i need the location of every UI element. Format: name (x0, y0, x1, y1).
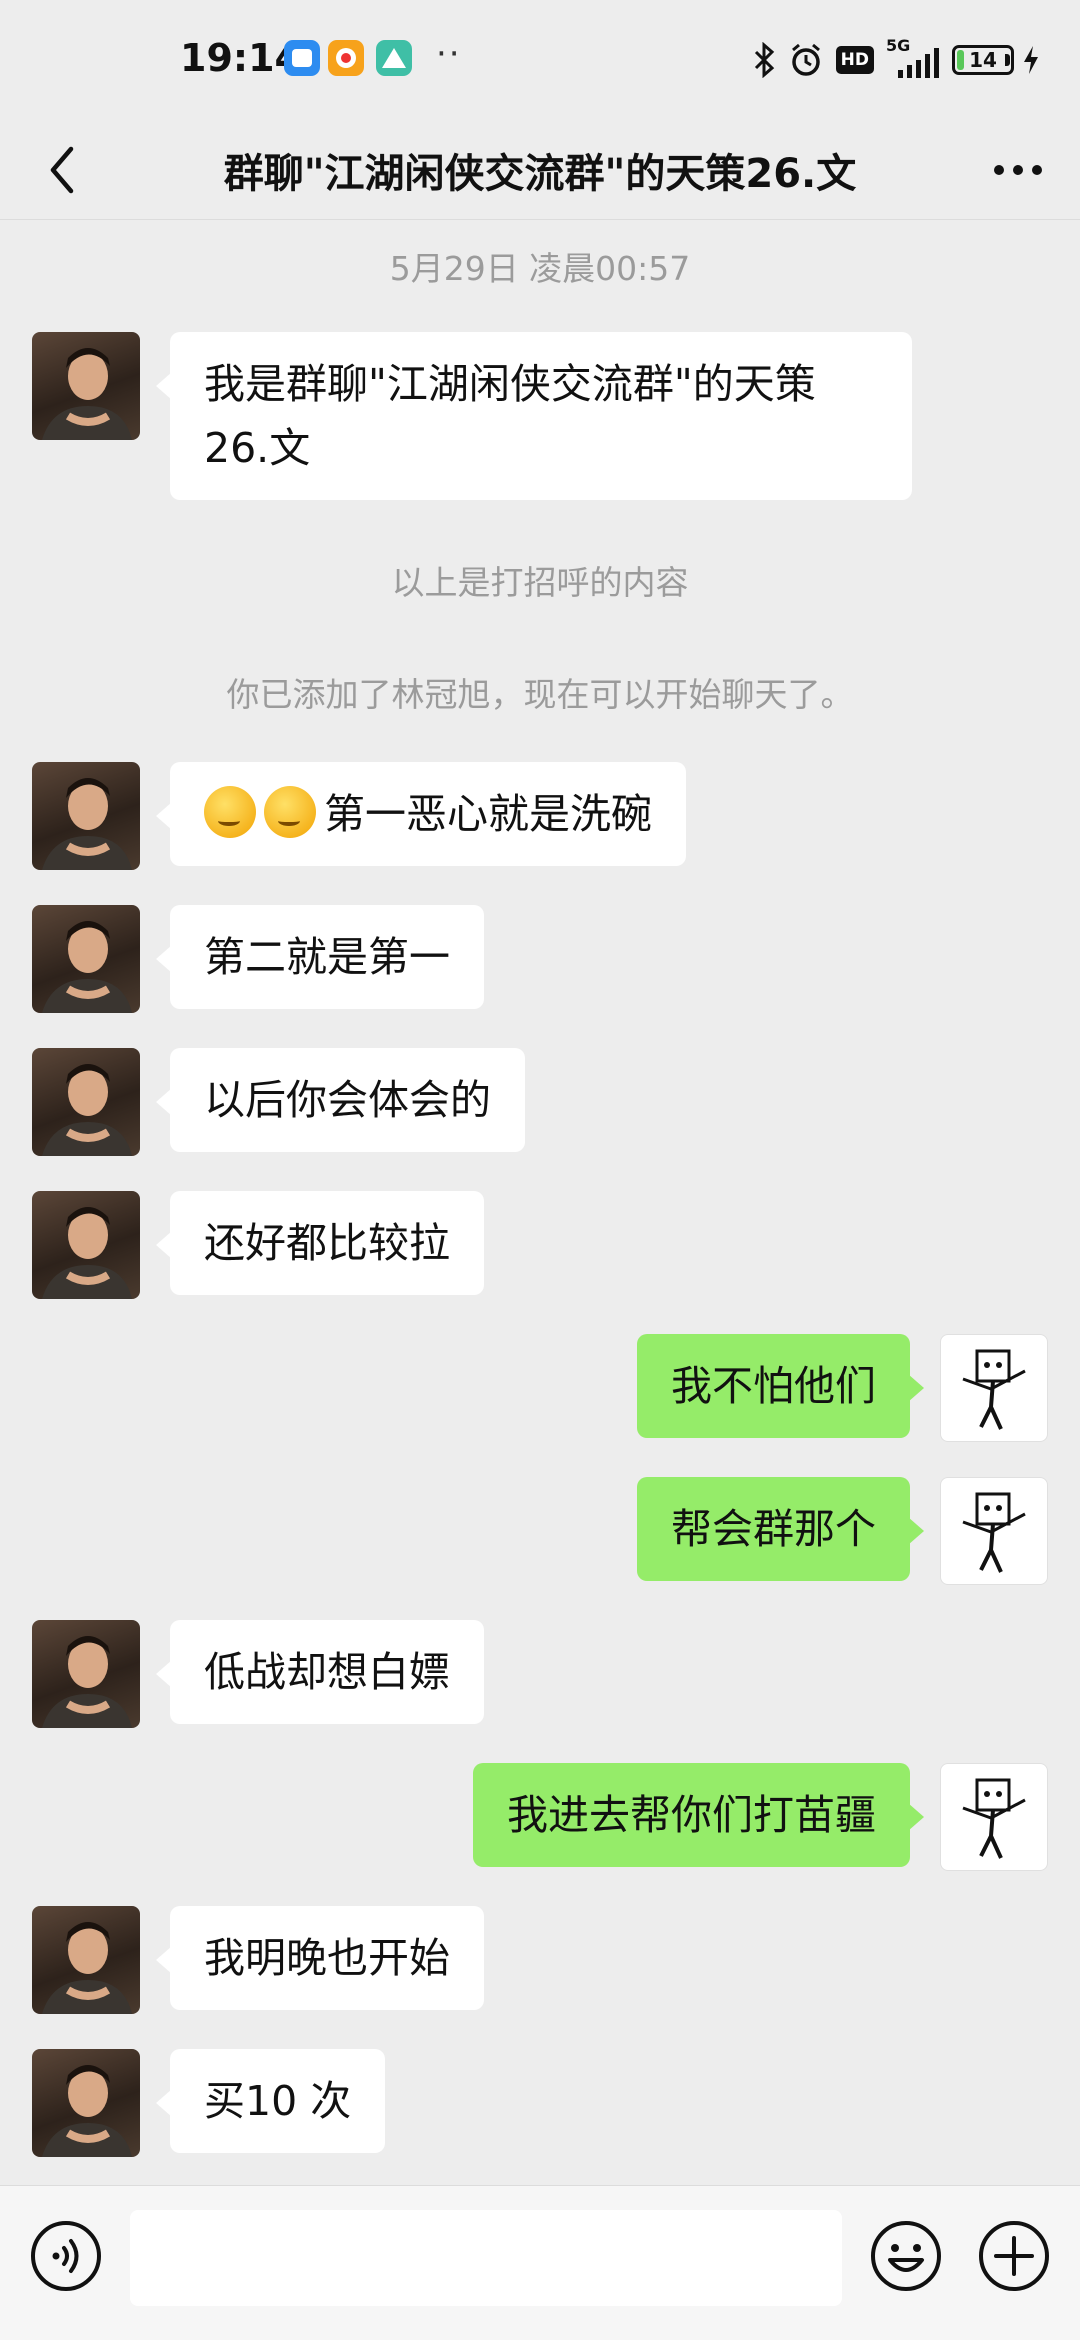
message-text: 第一恶心就是洗碗 (324, 790, 652, 838)
chat-messages[interactable]: 5月29日 凌晨00:57 我是群聊"江湖闲侠交流群"的天策26.文 以上是打招… (0, 220, 1080, 2185)
contact-avatar[interactable] (32, 762, 140, 870)
more-button[interactable] (982, 138, 1054, 202)
my-avatar[interactable] (940, 1477, 1048, 1585)
message-input[interactable] (130, 2210, 842, 2306)
more-functions-button[interactable] (976, 2218, 1052, 2294)
message-bubble[interactable]: 低战却想白嫖 (156, 1620, 484, 1724)
message-bubble[interactable]: 以后你会体会的 (156, 1048, 525, 1152)
chat-timestamp: 5月29日 凌晨00:57 (389, 249, 691, 288)
chat-input-bar (0, 2185, 1080, 2340)
tieba-app-icon (284, 40, 320, 76)
voice-icon (31, 2221, 101, 2291)
thinking-emoji-icon (264, 786, 316, 838)
message-bubble[interactable]: 我是群聊"江湖闲侠交流群"的天策26.文 (156, 332, 912, 500)
signal-icon: 5G (886, 36, 940, 78)
contact-avatar[interactable] (32, 905, 140, 1013)
voice-button[interactable] (28, 2218, 104, 2294)
chat-header: 群聊"江湖闲侠交流群"的天策26.文 (0, 120, 1080, 220)
message-bubble[interactable]: 还好都比较拉 (156, 1191, 484, 1295)
message-bubble[interactable]: 第一恶心就是洗碗 (156, 762, 686, 866)
message-bubble[interactable]: 第二就是第一 (156, 905, 484, 1009)
chevron-left-icon (50, 146, 74, 194)
taobao-app-icon (328, 40, 364, 76)
contact-avatar[interactable] (32, 332, 140, 440)
emoji-icon (871, 2221, 941, 2291)
added-contact-note: 你已添加了林冠旭，现在可以开始聊天了。 (226, 675, 854, 714)
battery-level-text: 14 (969, 48, 997, 72)
more-notifications: ·· (436, 34, 462, 74)
alarm-icon (791, 43, 820, 76)
bluetooth-icon (754, 42, 774, 78)
status-bar: 19:14 ·· HD 5G 14 (0, 0, 1080, 120)
contact-avatar[interactable] (32, 1048, 140, 1156)
my-avatar[interactable] (940, 1334, 1048, 1442)
emoji-button[interactable] (868, 2218, 944, 2294)
greeting-note: 以上是打招呼的内容 (391, 563, 689, 602)
message-bubble-self[interactable]: 我不怕他们 (637, 1334, 924, 1438)
battery-indicator: 14 (952, 45, 1014, 75)
contact-avatar[interactable] (32, 1191, 140, 1299)
charging-icon (1024, 46, 1038, 74)
contact-avatar[interactable] (32, 2049, 140, 2157)
status-time: 19:14 (180, 36, 301, 80)
travel-app-icon (376, 40, 412, 76)
back-button[interactable] (30, 138, 94, 202)
message-bubble-self[interactable]: 帮会群那个 (637, 1477, 924, 1581)
contact-avatar[interactable] (32, 1620, 140, 1728)
thinking-emoji-icon (204, 786, 256, 838)
chat-title: 群聊"江湖闲侠交流群"的天策26.文 (223, 151, 857, 197)
more-icon (994, 165, 1042, 175)
message-bubble[interactable]: 买10 次 (155, 2049, 386, 2153)
message-bubble-self[interactable]: 我进去帮你们打苗疆 (473, 1763, 924, 1867)
my-avatar[interactable] (940, 1763, 1048, 1871)
hd-badge: HD (835, 46, 874, 74)
plus-icon (979, 2221, 1049, 2291)
message-bubble[interactable]: 我明晚也开始 (156, 1906, 484, 2010)
contact-avatar[interactable] (32, 1906, 140, 2014)
